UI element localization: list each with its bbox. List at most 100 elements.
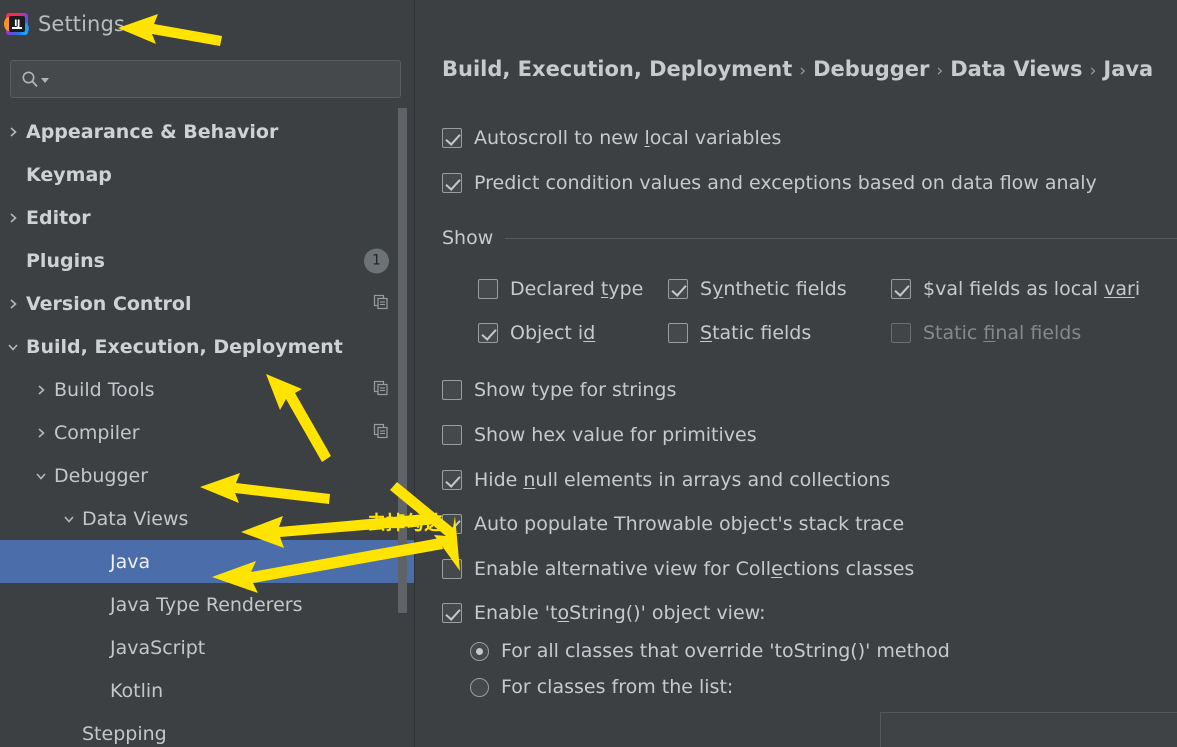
checkbox-static-fields[interactable]: Static fields (668, 322, 811, 344)
settings-dialog: IJ Settings Appearance & Behavior Keymap E… (0, 0, 1177, 747)
checkbox-icon[interactable] (442, 173, 462, 193)
copy-settings-icon[interactable] (373, 294, 389, 314)
checkbox-icon[interactable] (442, 380, 462, 400)
breadcrumb-separator: › (1089, 61, 1097, 81)
sidebar-item-label: Data Views (82, 507, 189, 530)
checkbox-label: Declared type (510, 278, 644, 300)
checkbox-label: Synthetic fields (700, 278, 847, 300)
checkbox-autoscroll-local-variables[interactable]: Autoscroll to new local variables (442, 127, 781, 149)
sidebar-item-label: Editor (26, 206, 91, 229)
class-list-box[interactable] (880, 712, 1177, 747)
checkbox-enable-alternative-view-collections[interactable]: Enable alternative view for Collections … (442, 558, 914, 580)
checkbox-icon (891, 323, 911, 343)
sidebar-item-build-execution-deployment[interactable]: Build, Execution, Deployment (0, 325, 415, 368)
chevron-down-icon[interactable] (34, 470, 48, 482)
breadcrumb-item[interactable]: Java (1103, 57, 1153, 81)
sidebar-item-editor[interactable]: Editor (0, 196, 415, 239)
checkbox-label: $val fields as local vari (923, 278, 1141, 300)
title-bar: IJ Settings (0, 0, 415, 48)
checkbox-enable-tostring-object-view[interactable]: Enable 'toString()' object view: (442, 602, 766, 624)
checkbox-val-fields-as-local-variables[interactable]: $val fields as local vari (891, 278, 1140, 300)
checkbox-label: Object id (510, 322, 596, 344)
breadcrumb-separator: › (936, 61, 944, 81)
checkbox-icon[interactable] (442, 514, 462, 534)
copy-settings-icon[interactable] (373, 380, 389, 400)
sidebar-item-kotlin[interactable]: Kotlin (0, 669, 415, 712)
sidebar-item-java-type-renderers[interactable]: Java Type Renderers (0, 583, 415, 626)
checkbox-icon[interactable] (442, 470, 462, 490)
sidebar-item-java[interactable]: Java (0, 540, 415, 583)
sidebar-item-data-views[interactable]: Data Views (0, 497, 415, 540)
checkbox-show-type-for-strings[interactable]: Show type for strings (442, 379, 676, 401)
chevron-right-icon[interactable] (6, 212, 20, 224)
chevron-right-icon[interactable] (34, 427, 48, 439)
sidebar-item-plugins[interactable]: Plugins 1 (0, 239, 415, 282)
group-divider-line (505, 237, 1177, 239)
chevron-down-icon[interactable] (6, 341, 20, 353)
chevron-down-icon[interactable] (62, 513, 76, 525)
sidebar-item-build-tools[interactable]: Build Tools (0, 368, 415, 411)
sidebar-item-javascript[interactable]: JavaScript (0, 626, 415, 669)
sidebar-item-label: JavaScript (110, 636, 206, 659)
checkbox-icon[interactable] (891, 279, 911, 299)
breadcrumb-item[interactable]: Data Views (950, 57, 1082, 81)
checkbox-label: Predict condition values and exceptions … (474, 172, 1097, 194)
checkbox-auto-populate-throwable-stack-trace[interactable]: Auto populate Throwable object's stack t… (442, 513, 904, 535)
checkbox-icon[interactable] (668, 279, 688, 299)
sidebar-item-version-control[interactable]: Version Control (0, 282, 415, 325)
checkbox-icon[interactable] (478, 323, 498, 343)
settings-sidebar: Appearance & Behavior Keymap Editor Plugins… (0, 48, 415, 747)
checkbox-object-id[interactable]: Object id (478, 322, 595, 344)
checkbox-synthetic-fields[interactable]: Synthetic fields (668, 278, 847, 300)
checkbox-label: Show hex value for primitives (474, 424, 757, 446)
radio-for-all-classes-override-tostring[interactable]: For all classes that override 'toString(… (470, 640, 950, 662)
sidebar-item-label: Build, Execution, Deployment (26, 335, 343, 358)
copy-settings-icon[interactable] (373, 423, 389, 443)
checkbox-icon[interactable] (478, 279, 498, 299)
checkbox-label: Static final fields (923, 322, 1082, 344)
checkbox-icon[interactable] (442, 559, 462, 579)
settings-tree: Appearance & Behavior Keymap Editor Plugins… (0, 110, 415, 747)
sidebar-item-label: Debugger (54, 464, 149, 487)
checkbox-predict-condition-values[interactable]: Predict condition values and exceptions … (442, 172, 1097, 194)
checkbox-hide-null-elements[interactable]: Hide null elements in arrays and collect… (442, 469, 890, 491)
search-input[interactable] (55, 70, 390, 88)
sidebar-item-label: Version Control (26, 292, 192, 315)
chevron-right-icon[interactable] (6, 126, 20, 138)
sidebar-item-label: Stepping (82, 722, 167, 745)
sidebar-item-stepping[interactable]: Stepping (0, 712, 415, 747)
search-container (0, 48, 415, 98)
checkbox-label: Show type for strings (474, 379, 677, 401)
checkbox-label: Enable alternative view for Collections … (474, 558, 915, 580)
checkbox-icon[interactable] (668, 323, 688, 343)
sidebar-item-compiler[interactable]: Compiler (0, 411, 415, 454)
checkbox-icon[interactable] (442, 425, 462, 445)
radio-label: For all classes that override 'toString(… (501, 640, 950, 662)
radio-for-classes-from-list[interactable]: For classes from the list: (470, 676, 733, 698)
checkbox-label: Autoscroll to new local variables (474, 127, 782, 149)
sidebar-item-label: Java (110, 550, 151, 573)
sidebar-item-keymap[interactable]: Keymap (0, 153, 415, 196)
radio-icon[interactable] (470, 677, 489, 697)
chevron-right-icon[interactable] (6, 298, 20, 310)
checkbox-show-hex-value-for-primitives[interactable]: Show hex value for primitives (442, 424, 757, 446)
radio-icon[interactable] (470, 641, 489, 661)
sidebar-scrollbar[interactable] (398, 108, 407, 613)
breadcrumb-item[interactable]: Build, Execution, Deployment (442, 57, 792, 81)
sidebar-item-badge: 1 (364, 248, 389, 273)
logo-text: IJ (9, 16, 25, 32)
checkbox-icon[interactable] (442, 128, 462, 148)
checkbox-icon[interactable] (442, 603, 462, 623)
chevron-right-icon[interactable] (34, 384, 48, 396)
sidebar-item-label: Kotlin (110, 679, 164, 702)
checkbox-declared-type[interactable]: Declared type (478, 278, 643, 300)
breadcrumb-item[interactable]: Debugger (813, 57, 929, 81)
sidebar-item-appearance-behavior[interactable]: Appearance & Behavior (0, 110, 415, 153)
window-title: Settings (38, 12, 125, 36)
sidebar-item-debugger[interactable]: Debugger (0, 454, 415, 497)
checkbox-static-final-fields: Static final fields (891, 322, 1081, 344)
annotation-note-uncheck: 去掉勾选 (367, 512, 444, 534)
breadcrumb: Build, Execution, Deployment › Debugger › Da… (442, 57, 1153, 81)
chevron-down-icon[interactable] (41, 78, 49, 83)
search-box[interactable] (10, 60, 401, 98)
